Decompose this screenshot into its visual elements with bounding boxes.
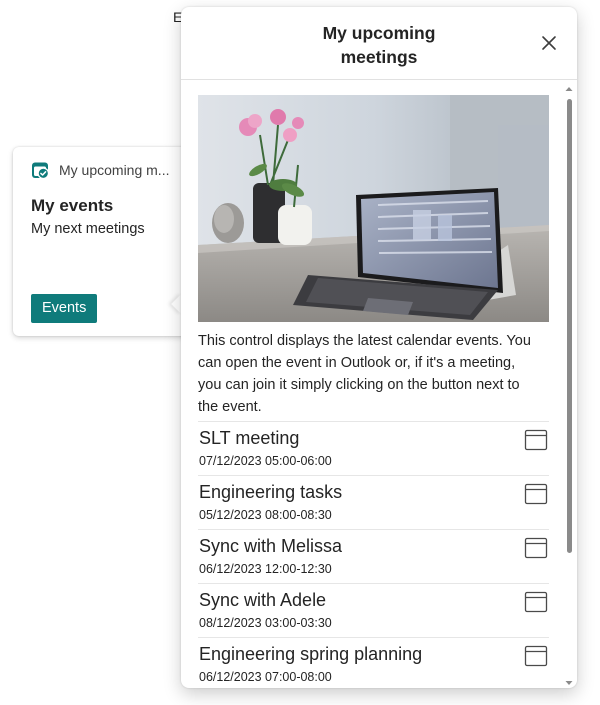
card-title: My events — [31, 196, 114, 215]
event-time: 06/12/2023 12:00-12:30 — [199, 562, 332, 576]
open-event-button[interactable] — [524, 482, 548, 506]
event-title[interactable]: Sync with Melissa — [199, 536, 342, 557]
open-event-button[interactable] — [524, 428, 548, 452]
screen: E My upcoming m... My events My next mee… — [0, 0, 600, 705]
scroll-down-arrow-icon[interactable] — [565, 679, 573, 687]
event-item[interactable]: Sync with Melissa 06/12/2023 12:00-12:30 — [198, 529, 549, 583]
event-title[interactable]: SLT meeting — [199, 428, 299, 449]
event-title[interactable]: Sync with Adele — [199, 590, 326, 611]
scrollbar-thumb[interactable] — [567, 99, 572, 553]
calendar-icon — [524, 645, 548, 667]
calendar-icon — [524, 429, 548, 451]
event-item[interactable]: Engineering tasks 05/12/2023 08:00-08:30 — [198, 475, 549, 529]
card-subtitle: My next meetings — [31, 221, 145, 237]
close-icon — [542, 36, 556, 50]
event-item[interactable]: Engineering spring planning 06/12/2023 0… — [198, 637, 549, 691]
scroll-up-arrow-icon[interactable] — [565, 85, 573, 93]
event-title[interactable]: Engineering spring planning — [199, 644, 422, 665]
calendar-icon — [524, 591, 548, 613]
panel-scrollbar[interactable] — [564, 83, 574, 687]
background-region — [0, 0, 165, 48]
hero-image — [198, 95, 549, 322]
event-item[interactable]: Sync with Adele 08/12/2023 03:00-03:30 — [198, 583, 549, 637]
event-list: SLT meeting 07/12/2023 05:00-06:00 Engin… — [198, 421, 549, 691]
panel-header: My upcoming meetings — [181, 7, 577, 80]
panel-content: This control displays the latest calenda… — [198, 95, 549, 691]
meetings-panel: My upcoming meetings This control displa… — [181, 7, 577, 688]
panel-description: This control displays the latest calenda… — [198, 333, 531, 415]
events-card: My upcoming m... My events My next meeti… — [13, 147, 197, 336]
close-button[interactable] — [537, 31, 561, 55]
calendar-check-icon — [31, 161, 50, 180]
card-app-name: My upcoming m... — [59, 162, 170, 178]
open-event-button[interactable] — [524, 536, 548, 560]
event-time: 07/12/2023 05:00-06:00 — [199, 454, 332, 468]
open-event-button[interactable] — [524, 644, 548, 668]
event-time: 08/12/2023 03:00-03:30 — [199, 616, 332, 630]
event-time: 05/12/2023 08:00-08:30 — [199, 508, 332, 522]
calendar-icon — [524, 537, 548, 559]
panel-title: My upcoming meetings — [322, 23, 436, 67]
card-header: My upcoming m... — [31, 161, 201, 180]
calendar-icon — [524, 483, 548, 505]
event-title[interactable]: Engineering tasks — [199, 482, 342, 503]
events-button[interactable]: Events — [31, 294, 98, 323]
event-time: 06/12/2023 07:00-08:00 — [199, 670, 332, 684]
event-item[interactable]: SLT meeting 07/12/2023 05:00-06:00 — [198, 421, 549, 475]
open-event-button[interactable] — [524, 590, 548, 614]
